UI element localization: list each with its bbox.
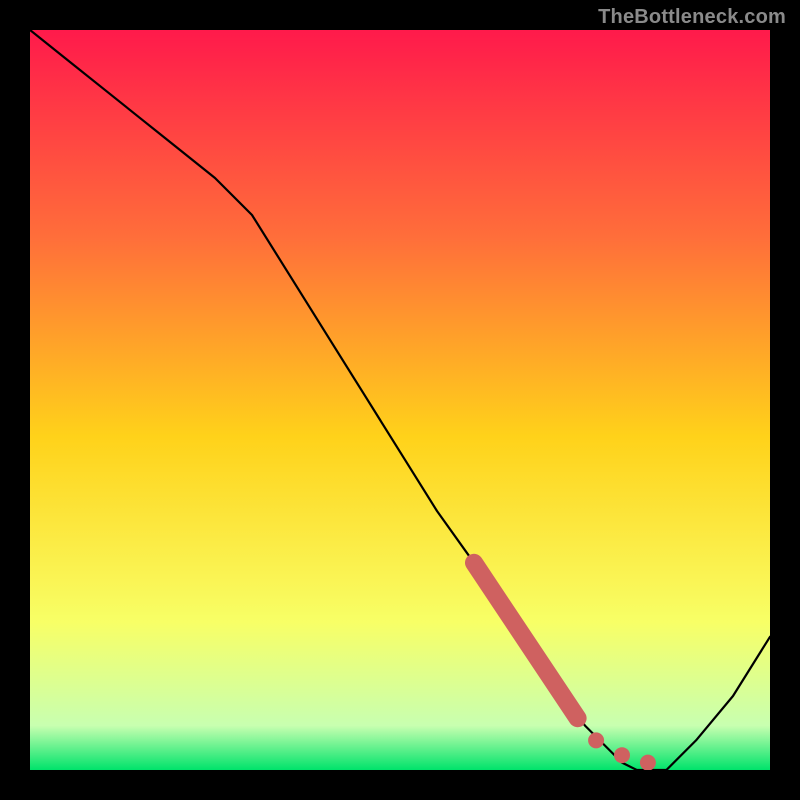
highlight-dot [640,755,656,770]
gradient-background [30,30,770,770]
watermark-text: TheBottleneck.com [598,6,786,29]
highlight-dot [614,747,630,763]
bottleneck-chart [30,30,770,770]
highlight-dot [588,732,604,748]
chart-frame: TheBottleneck.com [0,0,800,800]
